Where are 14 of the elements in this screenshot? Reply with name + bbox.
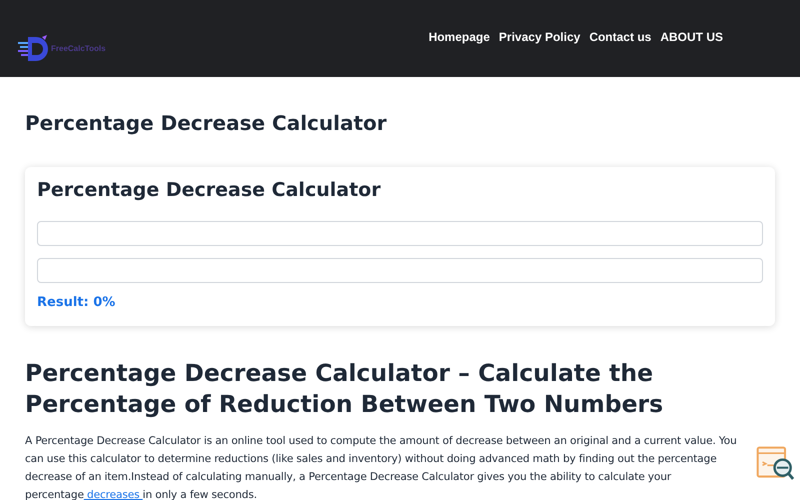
input-field[interactable] [37,258,763,283]
logo-icon [16,34,50,64]
logo-text: FreeCalcTools [51,44,106,53]
nav-link[interactable]: Privacy Policy [498,30,580,44]
nav-link[interactable]: Contact us [589,30,652,44]
article-heading: Percentage Decrease Calculator – Calculate the Percentage of Reduction Between Two Numbers [25,358,664,420]
nav-link[interactable]: ABOUT US [660,30,723,44]
article-paragraph: A Percentage Decrease Calculator is an online tool used to compute the amount of decrease between an original and a current value. You can use this calculator to determine reductions (like sales and inventory) without doing advanced math by finding out the percentage decrease of an item.Instead of calculating manually, a Percentage Decrease Calculator gives you the ability to calculate your percentage decreases in only a few seconds. [25,434,738,500]
text-link[interactable]: decreases [84,489,143,500]
nav-link[interactable]: Homepage [428,30,490,44]
card-title: Percentage Decrease Calculator [37,179,382,201]
input-field[interactable] [37,221,763,246]
page-title: Percentage Decrease Calculator [25,111,388,135]
result-text: Result: 0% [37,295,116,310]
